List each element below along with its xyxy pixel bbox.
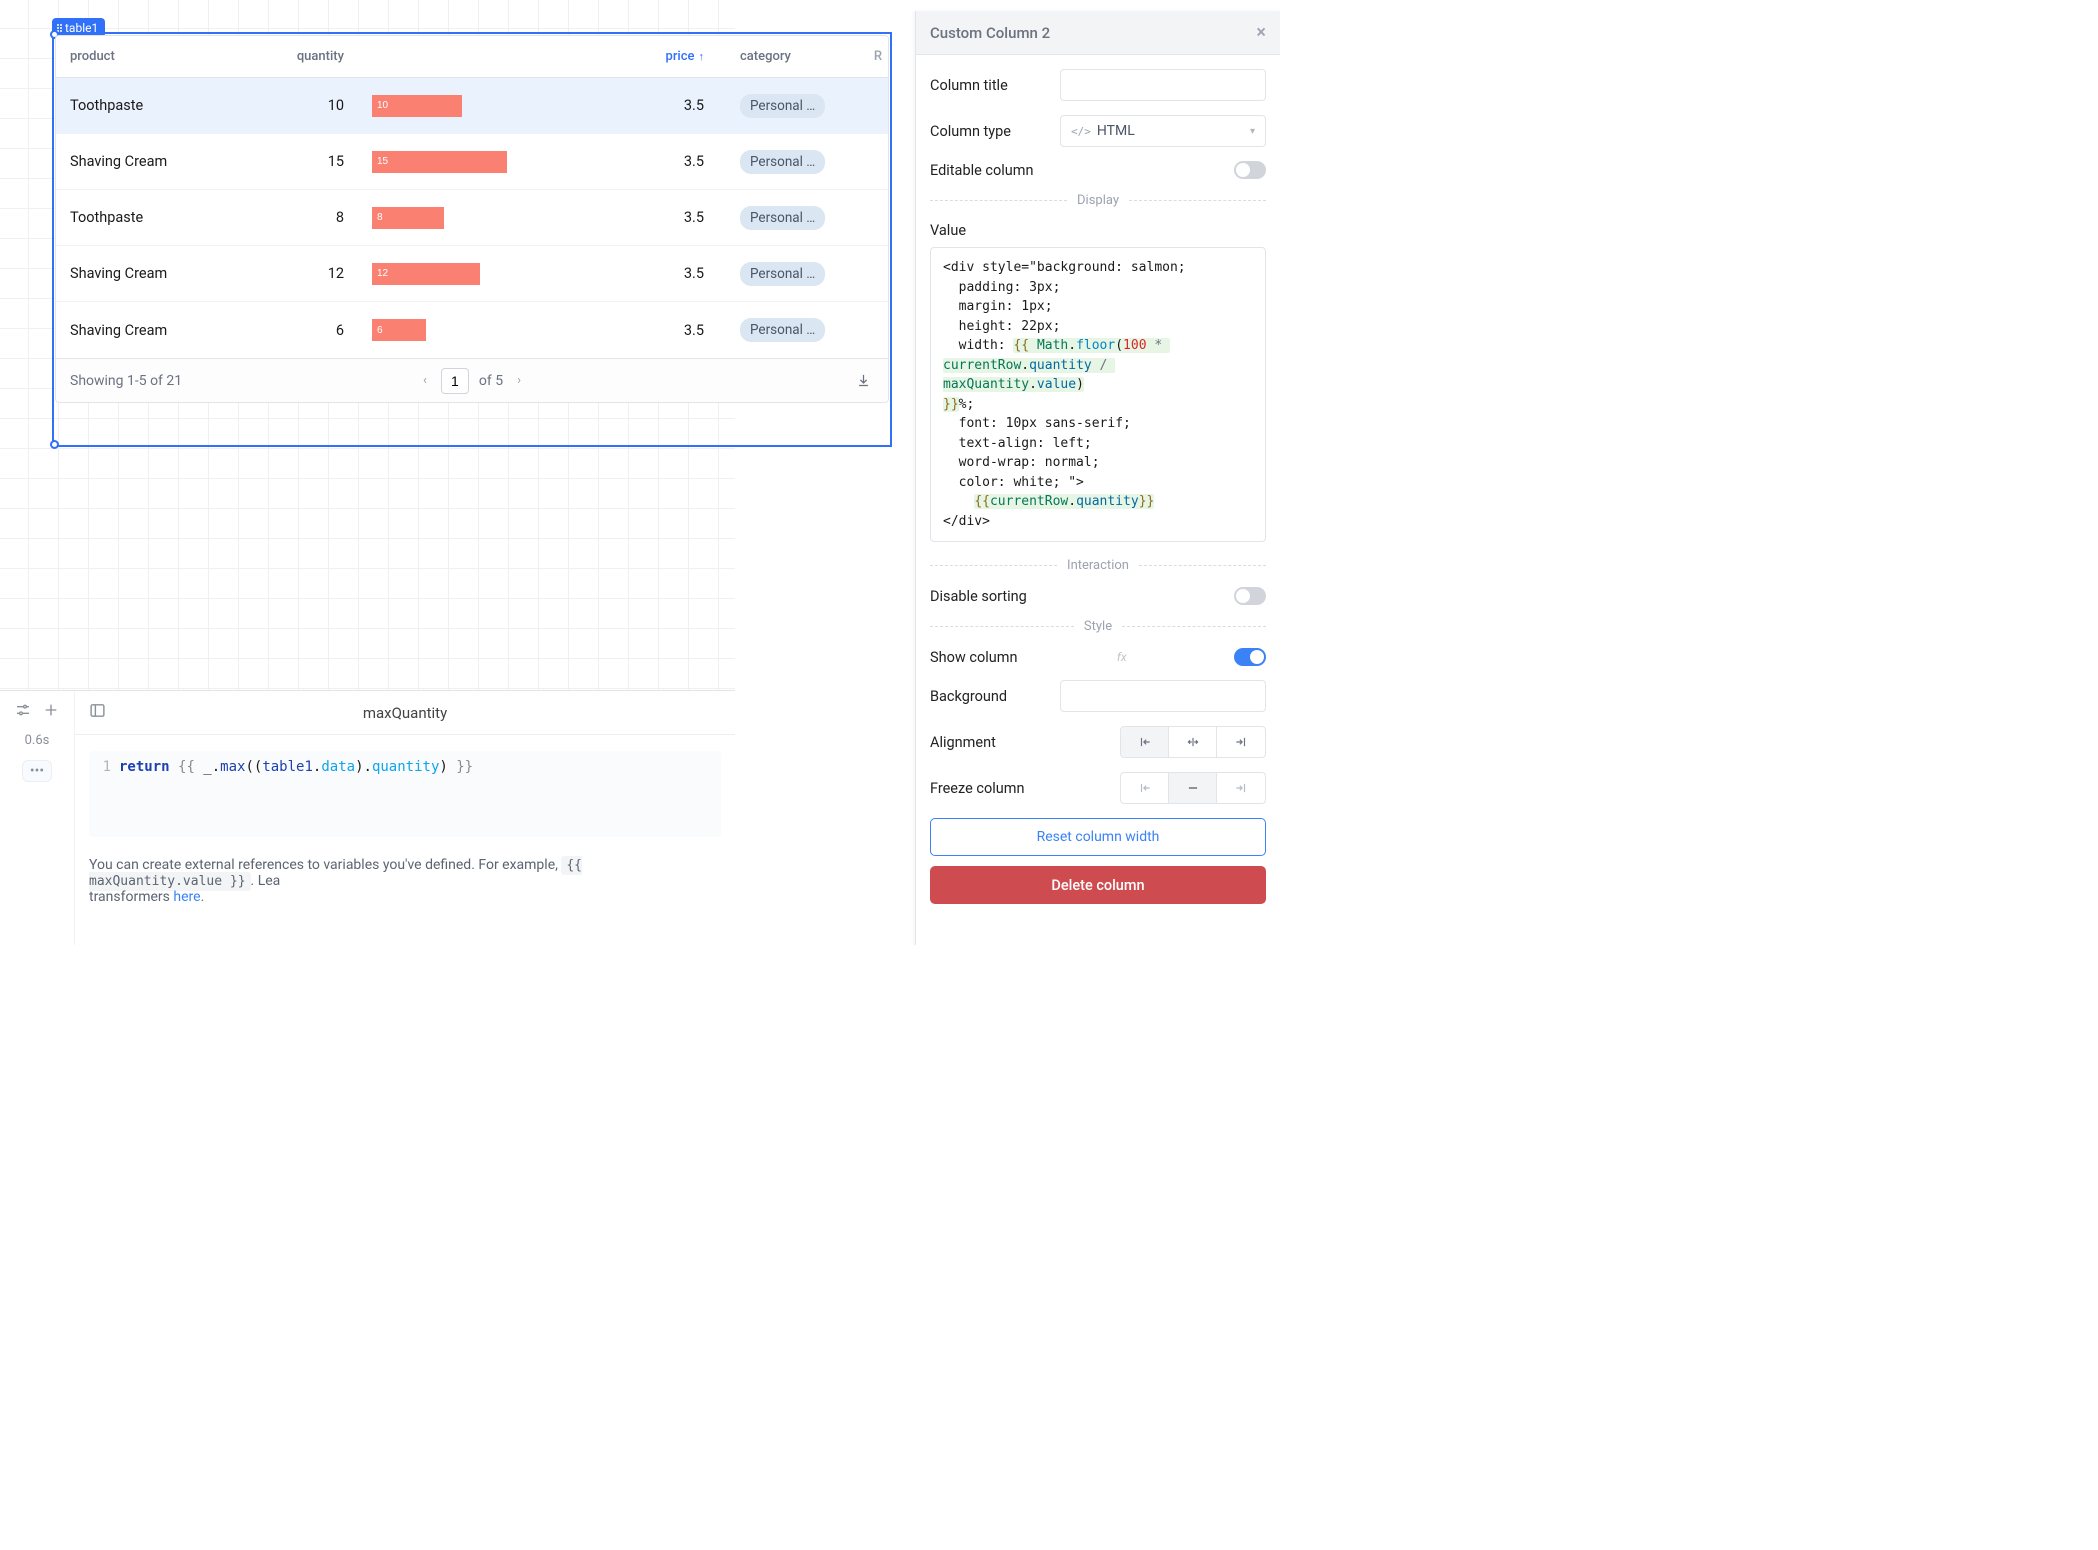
- fx-icon[interactable]: fx: [1117, 650, 1127, 664]
- freeze-left-button[interactable]: [1121, 773, 1169, 803]
- align-left-button[interactable]: [1121, 727, 1169, 757]
- align-right-button[interactable]: [1217, 727, 1265, 757]
- inspector-panel: Custom Column 2 × Column title Column ty…: [915, 11, 1280, 945]
- cell-custom: 10: [366, 95, 566, 117]
- cell-product: Toothpaste: [56, 209, 266, 226]
- close-icon[interactable]: ×: [1256, 24, 1266, 42]
- column-type-select[interactable]: </> HTML ▾: [1060, 115, 1266, 147]
- code-header: maxQuantity: [75, 691, 735, 735]
- freeze-none-button[interactable]: [1169, 773, 1217, 803]
- cell-custom: 12: [366, 263, 566, 285]
- table-row[interactable]: Shaving Cream663.5Personal …: [56, 302, 888, 358]
- more-icon[interactable]: •••: [22, 760, 52, 782]
- show-column-toggle[interactable]: [1234, 648, 1266, 666]
- chevron-down-icon: ▾: [1250, 126, 1255, 137]
- cell-product: Shaving Cream: [56, 265, 266, 282]
- align-center-button[interactable]: [1169, 727, 1217, 757]
- cell-custom: 8: [366, 207, 566, 229]
- editable-toggle[interactable]: [1234, 161, 1266, 179]
- cell-category: Personal …: [726, 262, 889, 286]
- cell-quantity: 8: [266, 209, 366, 226]
- value-label: Value: [930, 222, 1266, 239]
- pager-page-input[interactable]: [441, 368, 469, 394]
- cell-category: Personal …: [726, 150, 889, 174]
- column-header-extra: R: [874, 49, 882, 64]
- freeze-right-button[interactable]: [1217, 773, 1265, 803]
- table-row[interactable]: Toothpaste883.5Personal …: [56, 190, 888, 246]
- column-header-quantity[interactable]: quantity: [266, 49, 366, 64]
- download-icon[interactable]: [853, 370, 874, 391]
- background-input[interactable]: [1060, 680, 1266, 712]
- inspector-header: Custom Column 2 ×: [916, 11, 1280, 55]
- cell-category: Personal …: [726, 94, 889, 118]
- help-link[interactable]: here: [173, 889, 200, 905]
- sort-asc-icon: ↑: [699, 50, 705, 63]
- reset-width-button[interactable]: Reset column width: [930, 818, 1266, 856]
- column-header-product[interactable]: product: [56, 49, 266, 64]
- cell-custom: 6: [366, 319, 566, 341]
- cell-product: Toothpaste: [56, 97, 266, 114]
- disable-sorting-toggle[interactable]: [1234, 587, 1266, 605]
- cell-product: Shaving Cream: [56, 322, 266, 339]
- column-title-label: Column title: [930, 77, 1060, 94]
- panel-layout-icon[interactable]: [89, 702, 106, 723]
- freeze-label: Freeze column: [930, 780, 1060, 797]
- display-separator: Display: [930, 193, 1266, 208]
- table-row[interactable]: Toothpaste10103.5Personal …: [56, 78, 888, 134]
- table-header: product quantity price↑ category R: [56, 36, 888, 78]
- delete-column-button[interactable]: Delete column: [930, 866, 1266, 904]
- settings-sliders-icon[interactable]: [14, 701, 32, 719]
- cell-custom: 15: [366, 151, 566, 173]
- transformer-title: maxQuantity: [363, 704, 447, 722]
- cell-price: 3.5: [566, 97, 726, 114]
- cell-product: Shaving Cream: [56, 153, 266, 170]
- latency-text: 0.6s: [25, 733, 50, 748]
- table-body: Toothpaste10103.5Personal …Shaving Cream…: [56, 78, 888, 358]
- cell-quantity: 10: [266, 97, 366, 114]
- table-footer: Showing 1-5 of 21 ‹ of 5 ›: [56, 358, 888, 402]
- pager-of-text: of 5: [479, 373, 503, 389]
- editable-label: Editable column: [930, 162, 1060, 179]
- table-row[interactable]: Shaving Cream15153.5Personal …: [56, 134, 888, 190]
- background-label: Background: [930, 688, 1060, 705]
- style-separator: Style: [930, 619, 1266, 634]
- table-showing-text: Showing 1-5 of 21: [70, 373, 182, 389]
- alignment-segment: [1120, 726, 1266, 758]
- column-header-price[interactable]: price↑: [566, 49, 726, 64]
- cell-quantity: 12: [266, 265, 366, 282]
- code-line-number: 1: [99, 759, 119, 829]
- table: product quantity price↑ category R Tooth…: [55, 35, 889, 403]
- code-side: 0.6s •••: [0, 691, 75, 945]
- selection-handle-bl[interactable]: [50, 440, 59, 449]
- show-column-label: Show column: [930, 649, 1017, 666]
- cell-price: 3.5: [566, 153, 726, 170]
- cell-quantity: 6: [266, 322, 366, 339]
- value-code-editor[interactable]: <div style="background: salmon; padding:…: [930, 247, 1266, 542]
- pager-next-icon[interactable]: ›: [513, 373, 525, 388]
- add-icon[interactable]: [42, 701, 60, 719]
- column-header-category[interactable]: category R: [726, 49, 889, 64]
- cell-price: 3.5: [566, 209, 726, 226]
- alignment-label: Alignment: [930, 734, 1060, 751]
- pager-prev-icon[interactable]: ‹: [419, 373, 431, 388]
- code-line: return {{ _.max((table1.data).quantity) …: [119, 759, 473, 829]
- cell-quantity: 15: [266, 153, 366, 170]
- inspector-title: Custom Column 2: [930, 24, 1050, 42]
- column-type-label: Column type: [930, 123, 1060, 140]
- interaction-separator: Interaction: [930, 558, 1266, 573]
- code-help-text: You can create external references to va…: [75, 853, 735, 919]
- html-type-icon: </>: [1071, 125, 1091, 138]
- cell-price: 3.5: [566, 322, 726, 339]
- cell-price: 3.5: [566, 265, 726, 282]
- canvas[interactable]: table1 product quantity price↑ category …: [0, 0, 735, 690]
- pager: ‹ of 5 ›: [419, 368, 525, 394]
- code-editor[interactable]: 1 return {{ _.max((table1.data).quantity…: [89, 751, 721, 837]
- column-title-input[interactable]: [1060, 69, 1266, 101]
- freeze-segment: [1120, 772, 1266, 804]
- disable-sorting-label: Disable sorting: [930, 588, 1027, 605]
- cell-category: Personal …: [726, 318, 889, 342]
- code-panel: 0.6s ••• maxQuantity 1 return {{ _.max((…: [0, 690, 735, 945]
- table-row[interactable]: Shaving Cream12123.5Personal …: [56, 246, 888, 302]
- cell-category: Personal …: [726, 206, 889, 230]
